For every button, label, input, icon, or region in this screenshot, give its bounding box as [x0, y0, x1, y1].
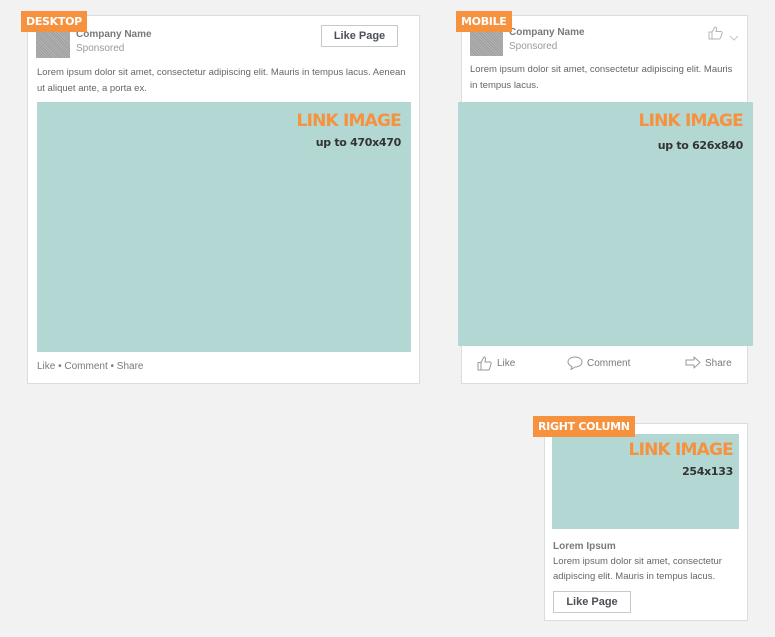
desktop-link-image[interactable]: LINK IMAGE up to 470x470 [37, 102, 411, 352]
mobile-comment-action[interactable]: Comment [567, 356, 630, 370]
mobile-tag: MOBILE [456, 11, 512, 32]
mobile-comment-label: Comment [587, 357, 631, 369]
desktop-tag: DESKTOP [21, 11, 87, 32]
desktop-footer-actions[interactable]: Like • Comment • Share [37, 361, 144, 372]
thumbs-up-icon [477, 356, 492, 371]
mobile-sponsored-label: Sponsored [509, 41, 558, 52]
mobile-share-action[interactable]: Share [685, 356, 732, 370]
mobile-company-name[interactable]: Company Name [509, 27, 585, 38]
thumbs-up-icon[interactable] [708, 26, 724, 45]
mobile-link-image-size: up to 626x840 [657, 139, 744, 152]
desktop-sponsored-label: Sponsored [76, 43, 125, 54]
desktop-link-image-title: LINK IMAGE [296, 111, 402, 131]
right-column-link-image-title: LINK IMAGE [628, 440, 734, 460]
right-column-link-image[interactable]: LINK IMAGE 254x133 [552, 434, 739, 529]
mobile-link-image-title: LINK IMAGE [638, 111, 744, 131]
desktop-ad-card: Company Name Sponsored Like Page Lorem i… [27, 15, 420, 384]
right-column-ad-card: LINK IMAGE 254x133 Lorem Ipsum Lorem ips… [544, 423, 748, 621]
right-column-body-text: Lorem ipsum dolor sit amet, consectetur … [553, 556, 722, 582]
desktop-like-page-button[interactable]: Like Page [321, 25, 398, 47]
mobile-like-label: Like [497, 358, 516, 369]
desktop-avatar [36, 28, 70, 58]
mobile-share-label: Share [705, 357, 732, 369]
right-column-ad-title[interactable]: Lorem Ipsum [553, 541, 616, 552]
right-column-like-page-button[interactable]: Like Page [553, 591, 631, 613]
desktop-body-text: Lorem ipsum dolor sit amet, consectetur … [37, 67, 406, 94]
share-arrow-icon [685, 356, 701, 369]
right-column-tag: RIGHT COLUMN [533, 416, 635, 437]
mobile-avatar [470, 28, 503, 56]
desktop-link-image-size: up to 470x470 [315, 136, 402, 149]
mobile-ad-card: Company Name Sponsored Lorem ipsum dolor… [458, 15, 753, 384]
chevron-down-icon[interactable] [729, 29, 739, 47]
speech-bubble-icon [567, 356, 583, 370]
mobile-body-text: Lorem ipsum dolor sit amet, consectetur … [470, 64, 733, 91]
mobile-link-image[interactable]: LINK IMAGE up to 626x840 [458, 102, 753, 346]
right-column-link-image-size: 254x133 [682, 465, 733, 478]
mobile-like-action[interactable]: Like [477, 356, 515, 371]
desktop-company-name[interactable]: Company Name [76, 29, 152, 40]
